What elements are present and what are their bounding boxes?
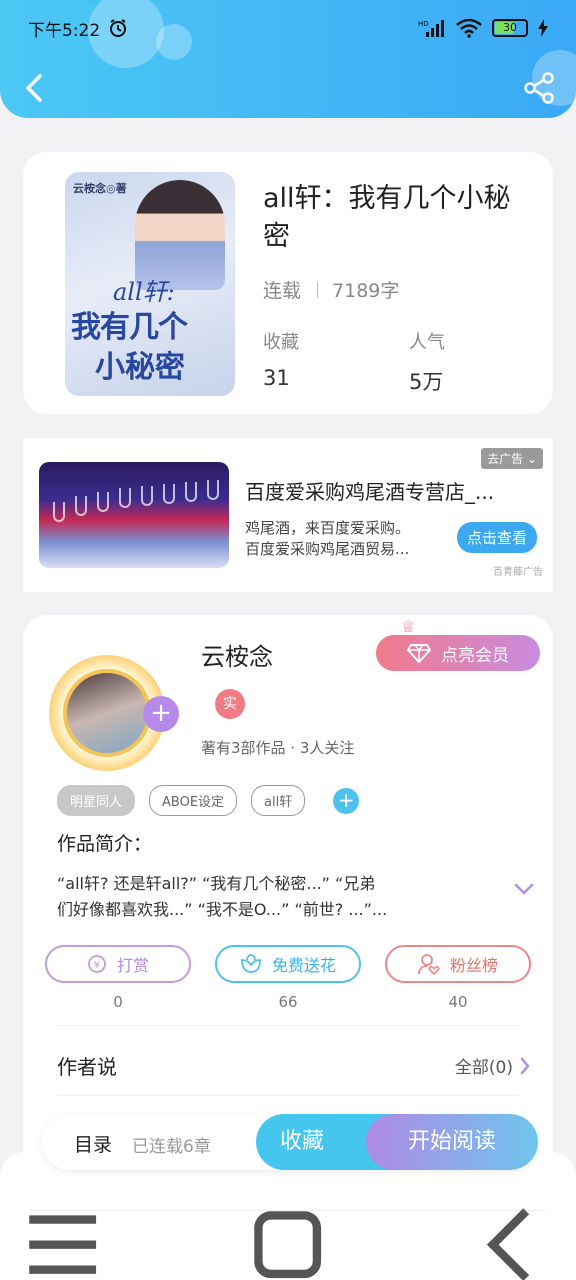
signal-icon: HD bbox=[418, 20, 444, 37]
intro-text: “all轩? 还是轩all?” “我有几个秘密...” “兄弟 们好像都喜欢我.… bbox=[57, 874, 388, 919]
ad-image[interactable] bbox=[39, 462, 229, 568]
tag-item[interactable]: all轩 bbox=[251, 785, 306, 816]
book-info-card: 云桉念◎著 all轩: 我有几个 小秘密 all轩：我有几个小秘密 连载 718… bbox=[23, 152, 553, 414]
popularity-value: 5万 bbox=[409, 370, 444, 394]
send-flower-button[interactable]: 免费送花 bbox=[215, 945, 361, 983]
fans-action: 粉丝榜 40 bbox=[385, 945, 531, 1011]
fans-rank-button[interactable]: 粉丝榜 bbox=[385, 945, 531, 983]
wifi-icon bbox=[456, 18, 482, 38]
flower-icon bbox=[241, 954, 261, 973]
ad-source: 百青藤广告 bbox=[493, 567, 543, 578]
toc-button[interactable]: 目录 bbox=[74, 1130, 112, 1157]
tip-button[interactable]: ¥ 打赏 bbox=[45, 945, 191, 983]
svg-text:¥: ¥ bbox=[94, 960, 100, 971]
word-count: 7189字 bbox=[332, 280, 400, 302]
svg-text:HD: HD bbox=[418, 20, 429, 28]
battery-icon: 30 bbox=[492, 19, 528, 37]
start-reading-button[interactable]: 开始阅读 bbox=[366, 1114, 538, 1170]
diamond-icon bbox=[407, 644, 431, 663]
back-button[interactable] bbox=[20, 70, 48, 106]
ad-banner[interactable]: 去广告 ⌄ 百度爱采购鸡尾酒专营店_... 鸡尾酒，来百度爱采购。 百度爱采购鸡… bbox=[23, 438, 553, 592]
chevron-right-icon bbox=[520, 1057, 530, 1074]
coin-icon: ¥ bbox=[88, 955, 106, 973]
intro-label: 作品简介： bbox=[57, 833, 153, 855]
ad-cta-button[interactable]: 点击查看 bbox=[456, 522, 537, 553]
follow-plus-button[interactable]: + bbox=[143, 696, 179, 732]
popularity-label: 人气 bbox=[409, 332, 445, 353]
status-bar: 下午5:22 HD 30 bbox=[28, 14, 548, 42]
author-name[interactable]: 云桉念 bbox=[201, 637, 273, 672]
tip-action: ¥ 打赏 0 bbox=[45, 945, 191, 1011]
share-button[interactable] bbox=[522, 70, 556, 106]
alarm-icon bbox=[110, 19, 127, 37]
menu-icon[interactable] bbox=[0, 1182, 125, 1280]
action-row: ¥ 打赏 0 免费送花 66 粉丝榜 40 bbox=[45, 945, 531, 1011]
favorites-stat: 收藏 31 bbox=[263, 328, 299, 390]
vip-button[interactable]: 点亮会员 bbox=[376, 635, 540, 671]
favorites-label: 收藏 bbox=[263, 332, 299, 353]
book-title: all轩：我有几个小秘密 bbox=[263, 183, 511, 252]
cover-author: 云桉念◎著 bbox=[73, 182, 127, 195]
tag-item[interactable]: ABOE设定 bbox=[149, 785, 238, 816]
tip-count: 0 bbox=[113, 993, 123, 1011]
book-status: 连载 bbox=[263, 280, 302, 302]
favorites-value: 31 bbox=[263, 366, 290, 390]
avatar[interactable] bbox=[63, 669, 151, 757]
tag-item[interactable]: 明星同人 bbox=[57, 785, 136, 816]
home-icon[interactable] bbox=[225, 1182, 350, 1280]
back-nav-icon[interactable] bbox=[451, 1182, 576, 1280]
book-meta: 连载 7189字 bbox=[263, 276, 399, 303]
author-says-all-link[interactable]: 全部(0) bbox=[455, 1053, 531, 1078]
ad-title[interactable]: 百度爱采购鸡尾酒专营店_... bbox=[245, 476, 525, 505]
chapter-count: 已连载6章 bbox=[132, 1137, 211, 1157]
add-tag-button[interactable]: + bbox=[333, 787, 360, 814]
ad-description: 鸡尾酒，来百度爱采购。 百度爱采购鸡尾酒贸易... bbox=[245, 519, 411, 558]
book-cover[interactable]: 云桉念◎著 all轩: 我有几个 小秘密 bbox=[65, 172, 235, 396]
divider bbox=[57, 1025, 519, 1026]
remove-ad-button[interactable]: 去广告 ⌄ bbox=[481, 448, 543, 469]
header: 下午5:22 HD 30 bbox=[0, 0, 576, 118]
flower-count: 66 bbox=[278, 993, 298, 1011]
fans-count: 40 bbox=[448, 993, 468, 1011]
verified-badge: 实 bbox=[215, 689, 245, 719]
person-heart-icon bbox=[418, 954, 440, 975]
meta-divider bbox=[317, 281, 319, 298]
tag-list: 明星同人 ABOE设定 all轩 + bbox=[57, 785, 360, 816]
crown-icon: ♕ bbox=[401, 617, 416, 636]
flower-action: 免费送花 66 bbox=[215, 945, 361, 1011]
divider bbox=[57, 1095, 519, 1096]
reading-bar: 目录 已连载6章 收藏 开始阅读 bbox=[42, 1114, 538, 1170]
author-avatar[interactable]: + bbox=[39, 655, 185, 771]
cover-title-line: 小秘密 bbox=[95, 350, 185, 385]
author-stats: 著有3部作品 · 3人关注 bbox=[201, 739, 355, 757]
charging-icon bbox=[538, 19, 548, 37]
author-says-title: 作者说 bbox=[57, 1055, 117, 1079]
cover-title-line: 我有几个 bbox=[71, 310, 188, 345]
status-time: 下午5:22 bbox=[28, 20, 101, 41]
system-nav-bar bbox=[0, 1208, 576, 1280]
popularity-stat: 人气 5万 bbox=[409, 328, 445, 396]
chevron-down-icon[interactable] bbox=[513, 881, 535, 897]
